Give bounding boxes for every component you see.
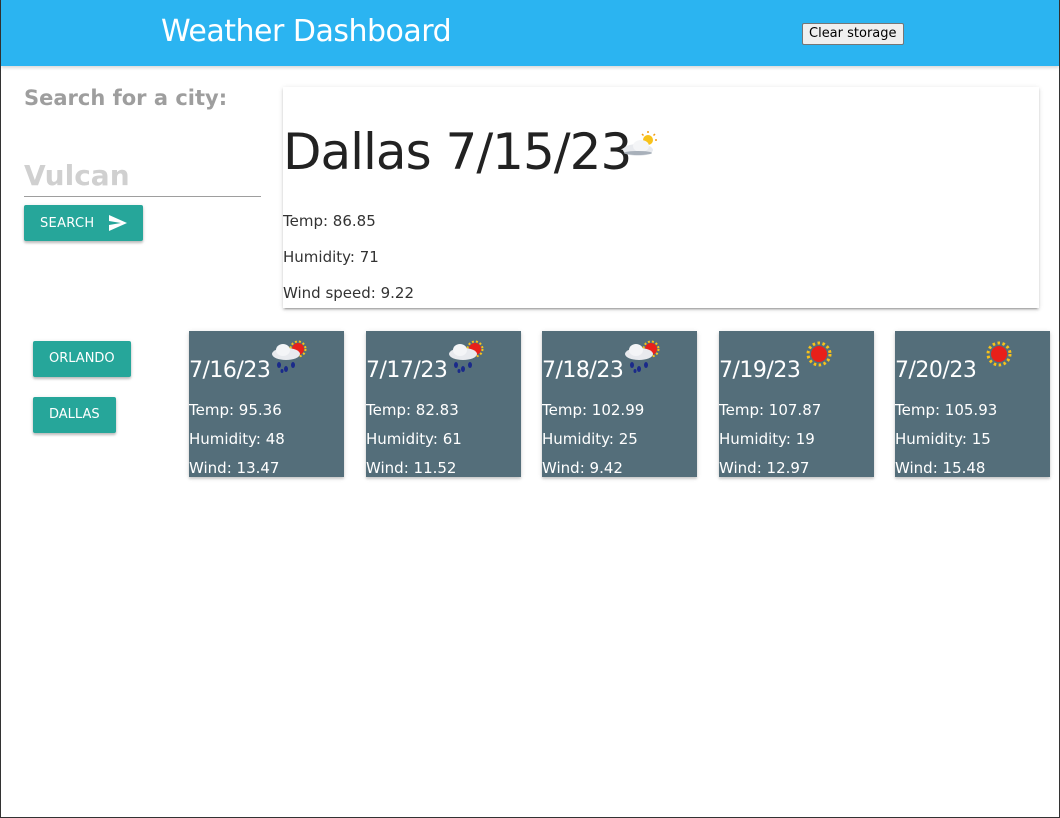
forecast-temp: Temp: 102.99: [542, 401, 645, 419]
rain-sun-icon: [272, 340, 307, 373]
forecast-date: 7/20/23: [895, 358, 977, 383]
forecast-card: 7/20/23 Temp: 105.93 Humidity: 15 Wind: …: [895, 331, 1050, 477]
search-label: Search for a city:: [24, 86, 228, 110]
forecast-humidity: Humidity: 19: [719, 430, 815, 448]
forecast-temp: Temp: 105.93: [895, 401, 998, 419]
app-header: Weather Dashboard Clear storage: [1, 0, 1059, 66]
forecast-wind: Wind: 11.52: [366, 459, 457, 477]
forecast-wind: Wind: 12.97: [719, 459, 810, 477]
forecast-humidity: Humidity: 25: [542, 430, 638, 448]
forecast-wind: Wind: 15.48: [895, 459, 986, 477]
forecast-date: 7/16/23: [189, 358, 271, 383]
forecast-humidity: Humidity: 15: [895, 430, 991, 448]
sun-icon: [806, 341, 832, 367]
clear-storage-button[interactable]: Clear storage: [802, 23, 904, 45]
rain-sun-icon: [449, 340, 484, 373]
forecast-card: 7/18/23 Temp: 102.99 Humidity: 25 Wind: …: [542, 331, 697, 477]
current-humidity: Humidity: 71: [283, 248, 379, 266]
forecast-humidity: Humidity: 48: [189, 430, 285, 448]
forecast-temp: Temp: 95.36: [189, 401, 282, 419]
forecast-temp: Temp: 82.83: [366, 401, 459, 419]
rain-sun-icon: [625, 340, 660, 373]
history-button-orlando[interactable]: Orlando: [33, 341, 131, 377]
app-title: Weather Dashboard: [161, 14, 452, 49]
forecast-card: 7/16/23 Temp: 95.36 Humidity: 48 Wind: 1…: [189, 331, 344, 477]
forecast-humidity: Humidity: 61: [366, 430, 462, 448]
forecast-date: 7/17/23: [366, 358, 448, 383]
forecast-temp: Temp: 107.87: [719, 401, 822, 419]
current-weather-card: Dallas 7/15/23 Temp: 86.85 Humidity: 71 …: [283, 87, 1039, 308]
partly-cloudy-icon: [623, 131, 657, 156]
current-city-title: Dallas 7/15/23: [283, 123, 632, 181]
forecast-date: 7/19/23: [719, 358, 801, 383]
forecast-wind: Wind: 9.42: [542, 459, 623, 477]
forecast-wind: Wind: 13.47: [189, 459, 280, 477]
history-button-dallas[interactable]: Dallas: [33, 397, 116, 433]
city-search-input[interactable]: [24, 154, 261, 197]
search-button-label: Search: [40, 215, 95, 231]
forecast-card: 7/17/23 Temp: 82.83 Humidity: 61 Wind: 1…: [366, 331, 521, 477]
current-wind: Wind speed: 9.22: [283, 284, 415, 302]
sun-icon: [986, 341, 1012, 367]
send-icon: [109, 215, 127, 231]
forecast-card: 7/19/23 Temp: 107.87 Humidity: 19 Wind: …: [719, 331, 874, 477]
search-button[interactable]: Search: [24, 205, 143, 241]
forecast-date: 7/18/23: [542, 358, 624, 383]
current-temp: Temp: 86.85: [283, 212, 376, 230]
